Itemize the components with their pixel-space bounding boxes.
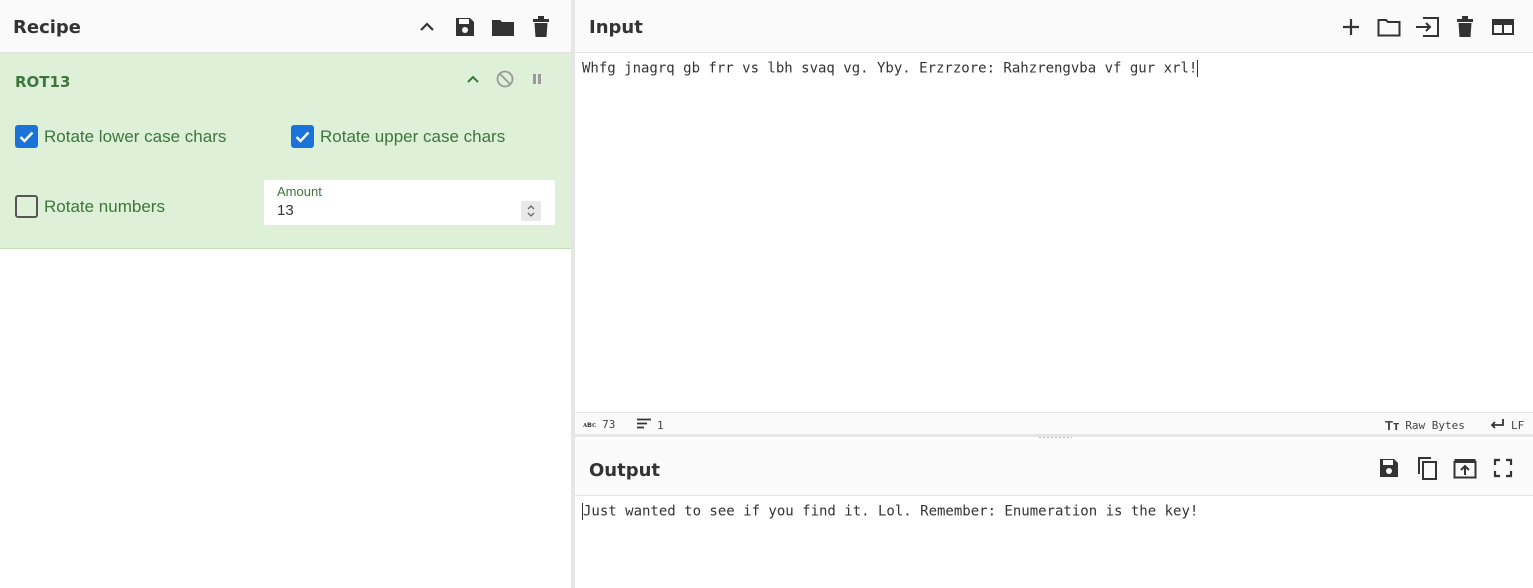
- trash-icon[interactable]: [1446, 8, 1484, 46]
- rotate-numbers-checkbox[interactable]: Rotate numbers: [15, 195, 165, 218]
- layout-icon[interactable]: [1484, 8, 1522, 46]
- recipe-header: Recipe: [0, 0, 571, 53]
- input-title: Input: [589, 17, 643, 38]
- input-header-icons: [1332, 0, 1522, 53]
- output-text: Just wanted to see if you find it. Lol. …: [583, 503, 1199, 520]
- folder-icon[interactable]: [1370, 8, 1408, 46]
- recipe-pane: Recipe ROT13 Rotate lower case chars Rot…: [0, 0, 571, 588]
- chevron-up-icon[interactable]: [408, 8, 446, 46]
- rotate-numbers-label: Rotate numbers: [44, 196, 165, 216]
- save-icon[interactable]: [446, 8, 484, 46]
- output-pane: Output Just wanted to see if you find it…: [575, 436, 1533, 588]
- input-text: Whfg jnagrq gb frr vs lbh svaq vg. Yby. …: [582, 60, 1198, 77]
- eol-selector[interactable]: LF: [1489, 418, 1524, 433]
- operation-rot13: ROT13 Rotate lower case chars Rotate upp…: [0, 53, 571, 249]
- char-count: ᴀʙᴄ 73: [583, 418, 615, 431]
- replace-input-icon[interactable]: [1446, 449, 1484, 487]
- eol-value: LF: [1511, 419, 1525, 432]
- line-count: 1: [637, 418, 664, 432]
- maximize-icon[interactable]: [1484, 449, 1522, 487]
- amount-field[interactable]: Amount 13: [264, 180, 555, 225]
- text-caret: [1197, 60, 1199, 77]
- checkbox-checked-icon[interactable]: [291, 125, 314, 148]
- input-textarea[interactable]: Whfg jnagrq gb frr vs lbh svaq vg. Yby. …: [575, 60, 1533, 412]
- amount-value[interactable]: 13: [277, 202, 294, 219]
- rotate-lower-label: Rotate lower case chars: [44, 126, 227, 146]
- input-header: Input: [575, 0, 1533, 53]
- amount-stepper[interactable]: [521, 201, 541, 221]
- recipe-header-icons: [408, 0, 560, 53]
- load-icon[interactable]: [1408, 8, 1446, 46]
- operation-icons: [457, 63, 553, 95]
- pause-icon[interactable]: [521, 63, 553, 95]
- encoding-value: Raw Bytes: [1405, 419, 1465, 432]
- checkbox-unchecked-icon[interactable]: [15, 195, 38, 218]
- resize-handle[interactable]: [1038, 436, 1072, 439]
- folder-icon[interactable]: [484, 8, 522, 46]
- save-icon[interactable]: [1370, 449, 1408, 487]
- amount-label: Amount: [277, 184, 322, 199]
- plus-icon[interactable]: [1332, 8, 1370, 46]
- input-pane: Input Whfg jnagrq gb frr vs lbh svaq vg.…: [575, 0, 1533, 437]
- trash-icon[interactable]: [522, 8, 560, 46]
- checkbox-checked-icon[interactable]: [15, 125, 38, 148]
- output-header: Output: [575, 440, 1533, 496]
- rotate-lower-checkbox[interactable]: Rotate lower case chars: [15, 125, 226, 148]
- return-icon: [1489, 418, 1505, 433]
- collapse-operation-icon[interactable]: [457, 63, 489, 95]
- output-header-icons: [1370, 440, 1522, 496]
- cyberchef-app: Recipe ROT13 Rotate lower case chars Rot…: [0, 0, 1533, 588]
- copy-icon[interactable]: [1408, 449, 1446, 487]
- output-title: Output: [589, 460, 661, 481]
- rotate-upper-checkbox[interactable]: Rotate upper case chars: [291, 125, 505, 148]
- rotate-upper-label: Rotate upper case chars: [320, 126, 506, 146]
- input-status-bar: ᴀʙᴄ 73 1 Tт Raw Bytes LF: [575, 412, 1533, 437]
- lines-icon: [637, 418, 651, 432]
- abc-icon: ᴀʙᴄ: [583, 420, 597, 429]
- text-size-icon: Tт: [1385, 418, 1400, 433]
- char-count-value: 73: [602, 418, 616, 431]
- encoding-selector[interactable]: Tт Raw Bytes: [1385, 418, 1465, 433]
- operation-name: ROT13: [15, 73, 71, 91]
- recipe-title: Recipe: [13, 17, 82, 38]
- output-textarea[interactable]: Just wanted to see if you find it. Lol. …: [575, 503, 1533, 520]
- disable-icon[interactable]: [489, 63, 521, 95]
- line-count-value: 1: [657, 418, 664, 432]
